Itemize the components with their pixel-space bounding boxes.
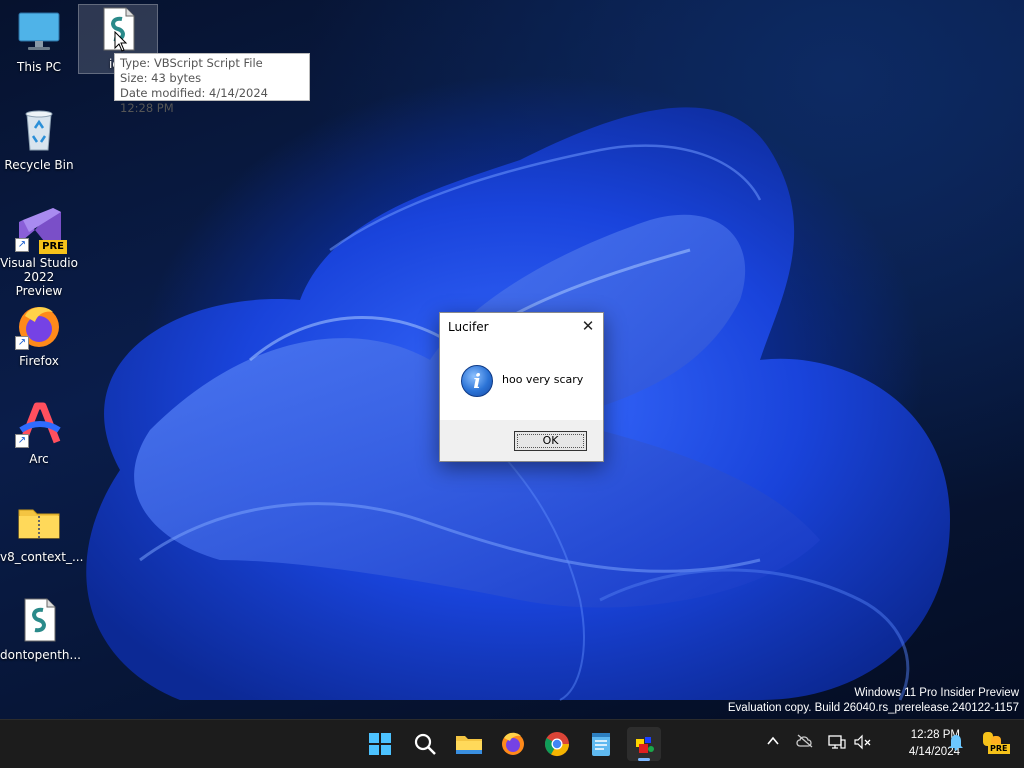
watermark-edition: Windows 11 Pro Insider Preview [854, 687, 1019, 699]
desktop-icon-label: Arc [29, 452, 49, 466]
network-tray-button[interactable] [828, 734, 846, 754]
script-app-icon [636, 737, 654, 753]
search-button[interactable] [408, 727, 442, 761]
taskbar-firefox[interactable] [496, 727, 530, 761]
desktop-icon-label: Visual Studio 2022 Preview [0, 256, 78, 298]
pre-badge: PRE [39, 240, 67, 254]
notepad-icon [592, 733, 610, 756]
watermark-build: Evaluation copy. Build 26040.rs_prerelea… [727, 702, 1019, 714]
desktop-icon-firefox[interactable]: ↗ Firefox [0, 302, 78, 368]
taskbar-notepad[interactable] [584, 727, 618, 761]
firefox-icon: ↗ [15, 302, 63, 350]
copilot-preview-button[interactable]: PRE [980, 730, 1010, 756]
desktop-icon-visual-studio[interactable]: PRE ↗ Visual Studio 2022 Preview [0, 204, 78, 298]
shortcut-arrow-icon: ↗ [15, 434, 29, 448]
file-info-tooltip: Type: VBScript Script File Size: 43 byte… [114, 53, 310, 115]
mouse-cursor-icon [114, 31, 128, 52]
notifications-button[interactable] [948, 733, 964, 755]
dialog-message: hoo very scary [502, 373, 584, 386]
active-indicator [638, 758, 650, 761]
volume-tray-button[interactable] [854, 734, 872, 754]
dialog-titlebar[interactable]: Lucifer ✕ [440, 313, 603, 340]
desktop-icon-v8-context[interactable]: v8_context_... [0, 498, 83, 564]
taskbar-chrome[interactable] [540, 727, 574, 761]
vbscript-file-icon [15, 596, 63, 644]
network-icon [828, 735, 846, 749]
ok-button[interactable]: OK [514, 431, 587, 451]
desktop-icon-recycle-bin[interactable]: Recycle Bin [0, 106, 78, 172]
windows-watermark: Windows 11 Pro Insider Preview Evaluatio… [728, 686, 1019, 716]
shortcut-arrow-icon: ↗ [15, 336, 29, 350]
info-icon: i [461, 365, 493, 397]
arc-browser-icon: ↗ [15, 400, 63, 448]
close-button[interactable]: ✕ [573, 313, 603, 340]
bell-icon [949, 735, 963, 751]
shortcut-arrow-icon: ↗ [15, 238, 29, 252]
cloud-offline-icon [796, 734, 813, 748]
visual-studio-icon: PRE ↗ [15, 204, 67, 254]
taskbar-file-explorer[interactable] [452, 727, 486, 761]
dialog-footer: OK [440, 420, 603, 461]
dialog-title: Lucifer [448, 320, 489, 334]
monitor-icon [15, 8, 63, 56]
start-button[interactable] [363, 727, 397, 761]
volume-muted-icon [854, 734, 871, 750]
message-box-dialog: Lucifer ✕ i hoo very scary OK [439, 312, 604, 462]
desktop-icon-dontopenthis[interactable]: dontopenth... [0, 596, 81, 662]
desktop-icon-this-pc[interactable]: This PC [0, 8, 78, 74]
show-hidden-icons-button[interactable] [766, 734, 780, 752]
pre-badge: PRE [988, 744, 1010, 754]
zip-folder-icon [15, 498, 63, 546]
desktop-icon-label: dontopenth... [0, 648, 81, 662]
desktop-icon-label: Firefox [19, 354, 59, 368]
onedrive-tray-button[interactable] [796, 734, 814, 752]
firefox-icon [502, 732, 524, 755]
chevron-up-icon [767, 736, 779, 745]
desktop-icon-label: Recycle Bin [4, 158, 74, 172]
start-icon [369, 733, 391, 755]
file-explorer-icon [456, 736, 482, 754]
recycle-bin-icon [15, 106, 63, 154]
taskbar-running-script[interactable] [627, 727, 661, 761]
tooltip-size: Size: 43 bytes [120, 71, 202, 85]
taskbar: 12:28 PM 4/14/2024 PRE [0, 719, 1024, 768]
desktop-icon-label: v8_context_... [0, 550, 84, 564]
dialog-body: i hoo very scary [440, 340, 603, 420]
desktop-icon-label: This PC [17, 60, 61, 74]
search-icon [414, 733, 436, 755]
chrome-icon [544, 732, 569, 757]
desktop-icon-arc[interactable]: ↗ Arc [0, 400, 78, 466]
tooltip-date-modified: Date modified: 4/14/2024 12:28 PM [120, 86, 268, 115]
tooltip-type: Type: VBScript Script File [120, 56, 263, 70]
